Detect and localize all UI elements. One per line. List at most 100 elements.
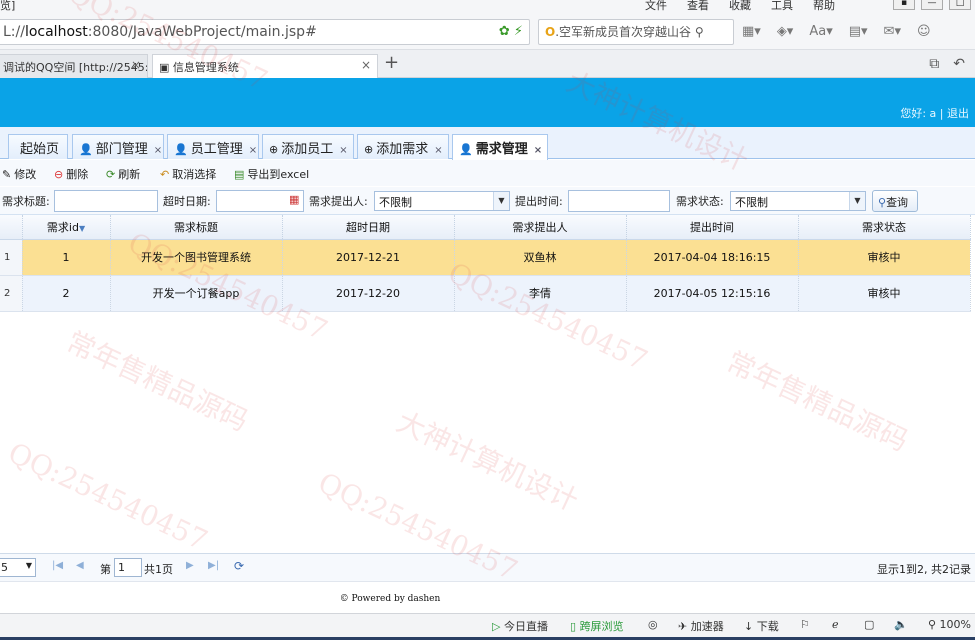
tab-dept-manage[interactable]: 👤 部门管理 × xyxy=(72,134,164,159)
ie-icon[interactable]: ℯ xyxy=(832,618,839,631)
tab-label: 起始页 xyxy=(20,142,60,157)
table-row[interactable]: 2 2 开发一个订餐app 2017-12-20 李倩 2017-04-05 1… xyxy=(0,275,971,312)
person-icon: 👤 xyxy=(174,143,188,156)
menu-help[interactable]: 帮助 xyxy=(813,0,835,13)
pagination-bar: 5 ▼ |◀ ◀ 第 1 共1页 ▶ ▶| ⟳ 显示1到2, 共2记录 xyxy=(0,553,975,581)
column-header-deadline[interactable]: 超时日期 xyxy=(282,215,455,240)
tab-employee-manage[interactable]: 👤 员工管理 × xyxy=(167,134,259,159)
column-header-title[interactable]: 需求标题 xyxy=(110,215,283,240)
cell-status[interactable]: 审核中 xyxy=(798,275,971,312)
proposer-filter-label: 需求提出人: xyxy=(309,195,368,208)
column-header-proposer[interactable]: 需求提出人 xyxy=(454,215,627,240)
bookmark-icon[interactable]: ⚐ xyxy=(800,618,810,631)
column-header-status[interactable]: 需求状态 xyxy=(798,215,971,240)
title-filter-input[interactable] xyxy=(54,190,158,212)
sort-icon[interactable]: ▼ xyxy=(79,224,85,233)
cross-screen-button[interactable]: ▯ 跨屏浏览 xyxy=(570,618,624,634)
refresh-icon[interactable]: ⟳ xyxy=(234,559,244,573)
accelerator-button[interactable]: ✈ 加速器 xyxy=(678,618,724,634)
tab-list-icon[interactable]: ⧉ xyxy=(929,56,939,72)
greeting-logout[interactable]: 您好: a | 退出 xyxy=(900,105,969,121)
maximize-icon[interactable]: □ xyxy=(949,0,971,10)
cross-screen-label: 跨屏浏览 xyxy=(579,620,624,633)
tab-add-requirement[interactable]: ⊕ 添加需求 × xyxy=(357,134,449,159)
cell-proposer[interactable]: 李倩 xyxy=(454,275,627,312)
translate-icon[interactable]: Aa▾ xyxy=(809,24,832,39)
time-filter-input[interactable] xyxy=(568,190,670,212)
cell-title[interactable]: 开发一个订餐app xyxy=(110,275,283,312)
search-engine-icon[interactable]: O xyxy=(545,25,555,39)
column-header-id[interactable]: 需求id▼ xyxy=(22,215,111,240)
calendar-icon[interactable]: ▦ xyxy=(289,193,299,206)
tab-requirement-manage[interactable]: 👤 需求管理 × xyxy=(452,134,548,160)
live-label: 今日直播 xyxy=(503,620,548,633)
search-icon[interactable]: ⚲ xyxy=(695,25,704,39)
security-icon[interactable]: ✿ ⚡ xyxy=(499,20,523,44)
menu-file[interactable]: 文件 xyxy=(645,0,667,13)
unselect-button[interactable]: ↶ 取消选择 xyxy=(160,166,216,182)
user-icon[interactable]: ☺ xyxy=(917,24,931,39)
next-page-icon[interactable]: ▶ xyxy=(186,560,194,571)
chevron-down-icon[interactable]: ▼ xyxy=(493,192,509,210)
url-host: localhost xyxy=(24,24,88,40)
chevron-down-icon[interactable]: ▼ xyxy=(26,561,32,570)
cell-id[interactable]: 2 xyxy=(22,275,111,312)
cell-title[interactable]: 开发一个图书管理系统 xyxy=(110,239,283,276)
page-size-select[interactable]: 5 ▼ xyxy=(0,558,36,577)
cell-time[interactable]: 2017-04-05 12:15:16 xyxy=(626,275,799,312)
chevron-down-icon[interactable]: ▼ xyxy=(849,192,865,210)
apps-icon[interactable]: ▦▾ xyxy=(742,24,761,39)
shield-icon[interactable]: ◈▾ xyxy=(777,24,794,39)
menu-favorites[interactable]: 收藏 xyxy=(729,0,751,13)
note-icon[interactable]: ▤▾ xyxy=(849,24,868,39)
browser-tab-infosys[interactable]: ▣ 信息管理系统 × xyxy=(152,54,378,78)
status-filter-select[interactable]: 不限制 ▼ xyxy=(730,191,866,211)
cell-status[interactable]: 审核中 xyxy=(798,239,971,276)
refresh-button[interactable]: ⟳ 刷新 xyxy=(106,166,140,182)
menu-tools[interactable]: 工具 xyxy=(771,0,793,13)
close-icon[interactable]: × xyxy=(154,145,162,156)
cell-id[interactable]: 1 xyxy=(22,239,111,276)
delete-button[interactable]: ⊖ 删除 xyxy=(54,166,88,182)
tab-start-page[interactable]: 起始页 xyxy=(8,134,68,159)
close-icon[interactable]: × xyxy=(434,145,442,156)
live-button[interactable]: ▷ 今日直播 xyxy=(492,618,548,634)
cell-deadline[interactable]: 2017-12-21 xyxy=(282,239,455,276)
menu-view[interactable]: 查看 xyxy=(687,0,709,13)
close-icon[interactable]: × xyxy=(534,145,542,156)
cell-deadline[interactable]: 2017-12-20 xyxy=(282,275,455,312)
last-page-icon[interactable]: ▶| xyxy=(208,560,219,571)
search-input[interactable]: O.空军新成员首次穿越山谷 ⚲ xyxy=(538,19,734,45)
browser-icon[interactable]: ◎ xyxy=(648,618,658,631)
first-page-icon[interactable]: |◀ xyxy=(52,560,63,571)
proposer-filter-select[interactable]: 不限制 ▼ xyxy=(374,191,510,211)
url-input[interactable]: L://localhost:8080/JavaWebProject/main.j… xyxy=(0,19,530,45)
export-excel-button[interactable]: ▤ 导出到excel xyxy=(234,166,309,182)
cell-proposer[interactable]: 双鱼林 xyxy=(454,239,627,276)
skin-icon[interactable]: ▪ xyxy=(893,0,915,10)
page-number-input[interactable]: 1 xyxy=(114,558,142,577)
prev-page-icon[interactable]: ◀ xyxy=(76,560,84,571)
tab-add-employee[interactable]: ⊕ 添加员工 × xyxy=(262,134,354,159)
close-icon[interactable]: × xyxy=(131,58,141,72)
column-header-time[interactable]: 提出时间 xyxy=(626,215,799,240)
refresh-icon: ⟳ xyxy=(106,168,116,181)
mail-icon[interactable]: ✉▾ xyxy=(884,24,901,39)
table-row[interactable]: 1 1 开发一个图书管理系统 2017-12-21 双鱼林 2017-04-04… xyxy=(0,239,971,276)
zoom-level[interactable]: ⚲ 100% xyxy=(928,618,971,631)
search-text: 空军新成员首次穿越山谷 xyxy=(559,25,692,39)
edit-button[interactable]: ✎ 修改 xyxy=(2,166,36,182)
close-icon[interactable]: × xyxy=(249,145,257,156)
close-icon[interactable]: × xyxy=(361,58,371,72)
query-button[interactable]: ⚲查询 xyxy=(872,190,918,212)
volume-icon[interactable]: 🔈 xyxy=(894,618,908,631)
new-tab-button[interactable]: + xyxy=(384,52,399,73)
download-button[interactable]: ↓ 下载 xyxy=(744,618,779,634)
browser-tab-qq[interactable]: 调试的QQ空间 [http://2545: × xyxy=(0,54,148,78)
cell-time[interactable]: 2017-04-04 18:16:15 xyxy=(626,239,799,276)
window-icon[interactable]: ▢ xyxy=(864,618,874,631)
grid-header-row: 需求id▼ 需求标题 超时日期 需求提出人 提出时间 需求状态 xyxy=(0,215,971,240)
minimize-icon[interactable]: — xyxy=(921,0,943,10)
undo-icon[interactable]: ↶ xyxy=(953,56,965,72)
close-icon[interactable]: × xyxy=(339,145,347,156)
